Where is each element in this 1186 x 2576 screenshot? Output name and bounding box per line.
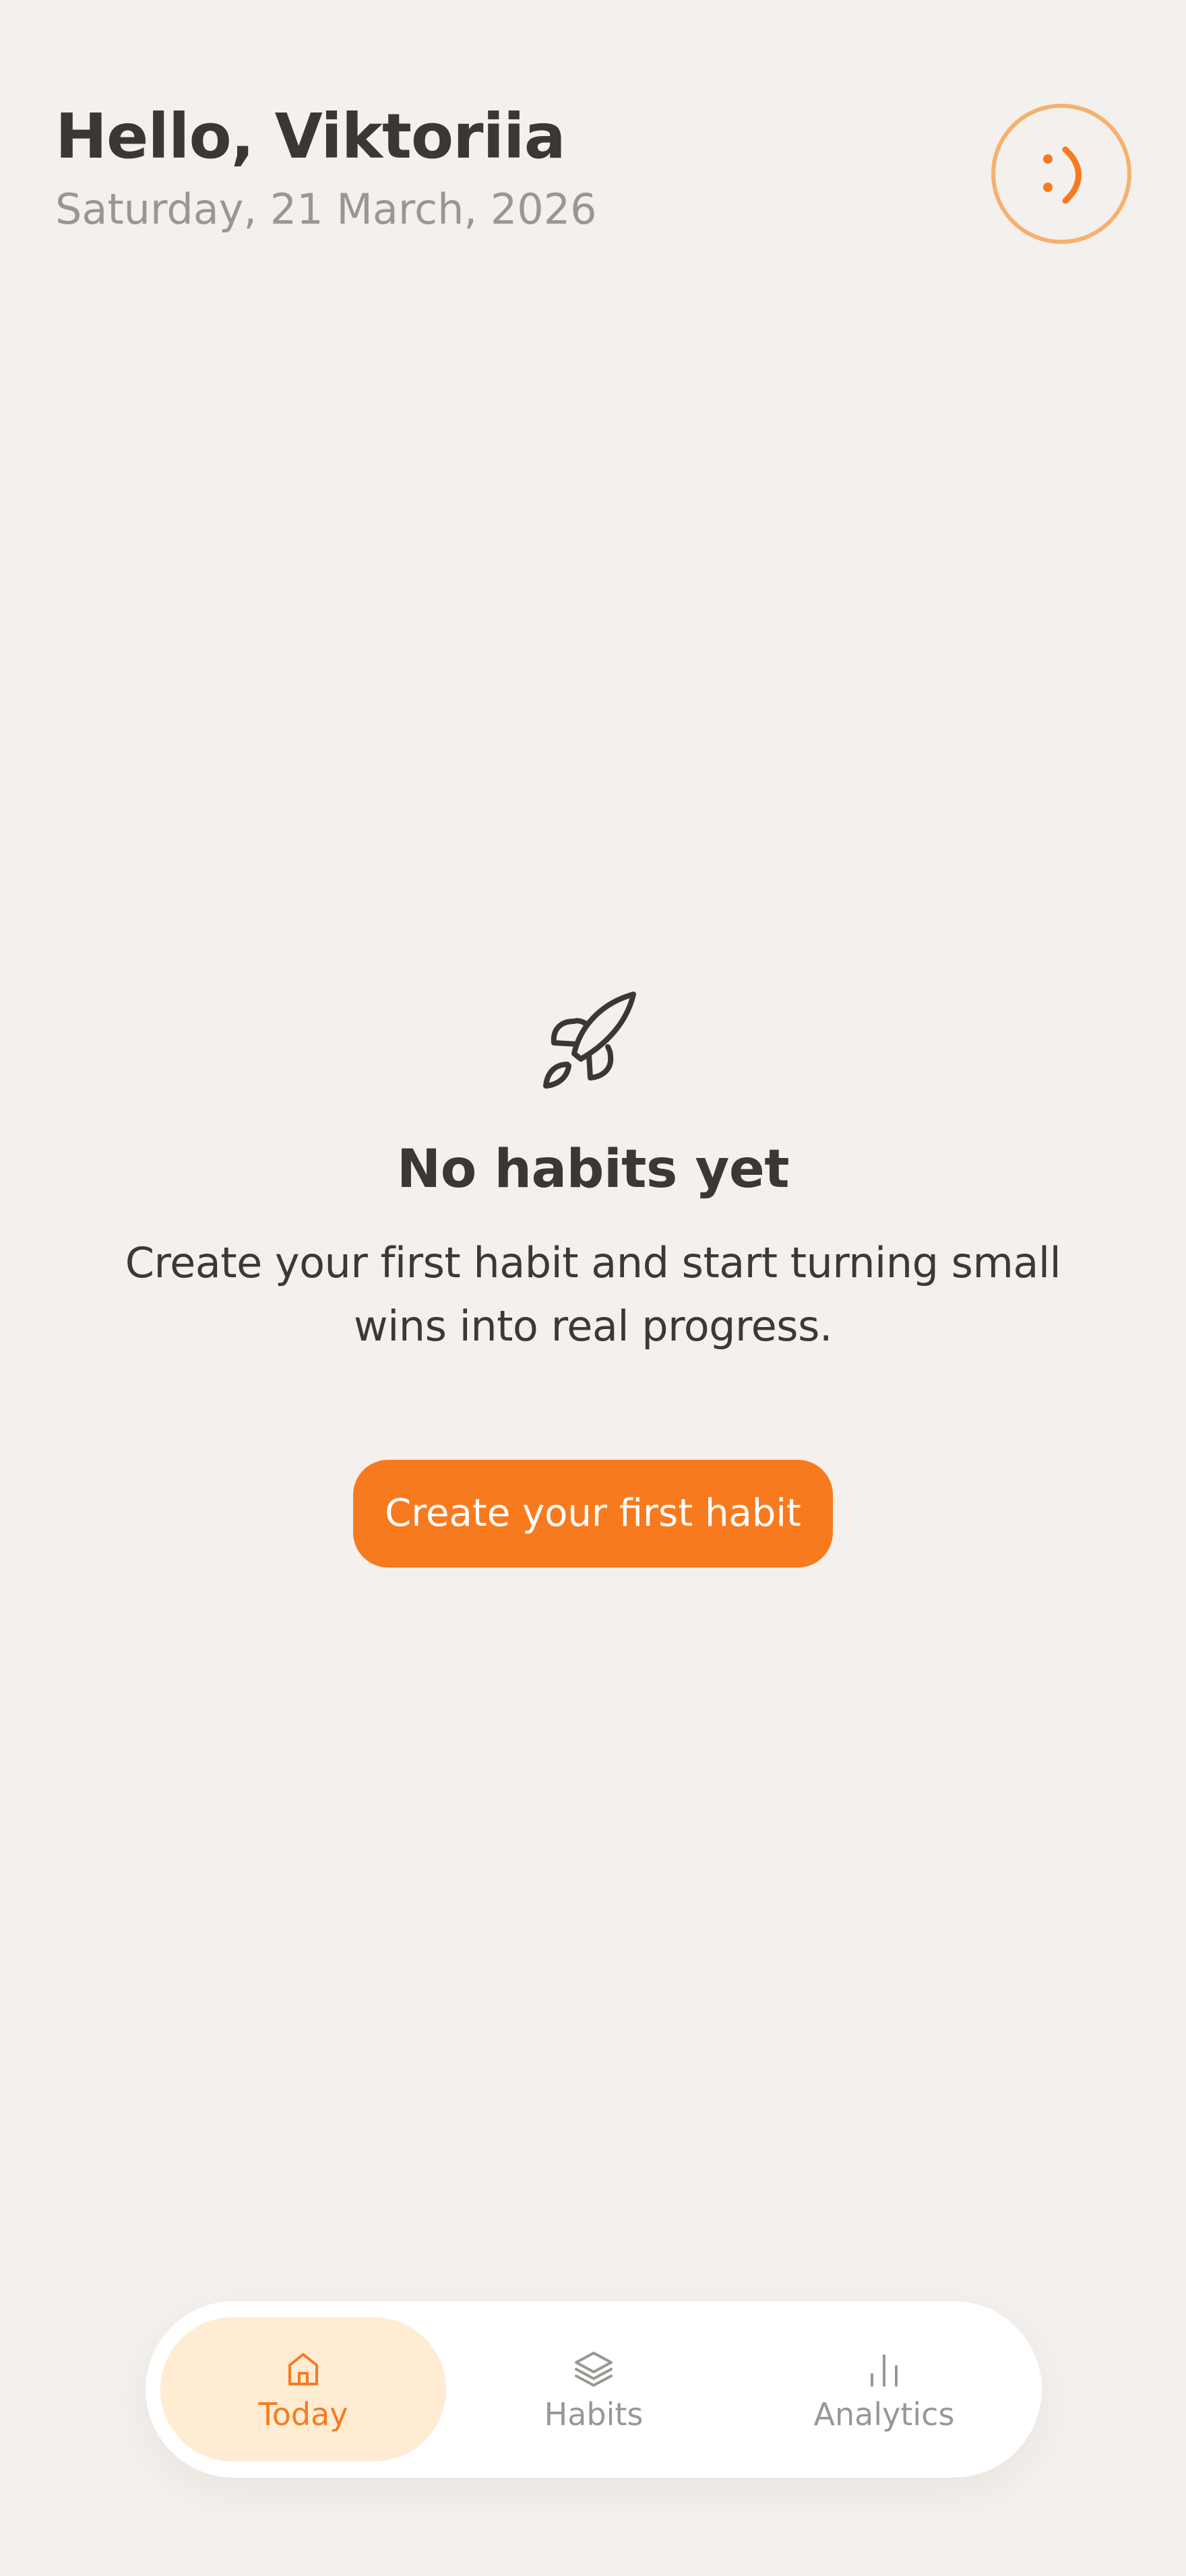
header: Hello, Viktoriia Saturday, 21 March, 202… — [55, 102, 864, 232]
nav-item-today[interactable]: Today — [160, 2317, 446, 2461]
profile-button[interactable] — [991, 104, 1131, 244]
nav-item-habits[interactable]: Habits — [451, 2317, 737, 2461]
nav-label-habits: Habits — [544, 2395, 644, 2433]
create-first-habit-button[interactable]: Create your first habit — [353, 1460, 833, 1568]
current-date: Saturday, 21 March, 2026 — [55, 185, 597, 234]
layers-icon — [575, 2351, 613, 2387]
smiley-icon — [1043, 146, 1082, 204]
greeting: Hello, Viktoriia — [55, 100, 566, 172]
rocket-icon — [539, 986, 647, 1094]
empty-state-description: Create your first habit and start turnin… — [125, 1237, 1061, 1351]
empty-state-title: No habits yet — [396, 1139, 790, 1200]
bar-chart-icon — [871, 2354, 898, 2387]
bottom-navigation: Today Habits Analytics — [146, 2301, 1042, 2478]
nav-item-analytics[interactable]: Analytics — [741, 2317, 1027, 2461]
nav-label-analytics: Analytics — [813, 2395, 955, 2433]
empty-state: No habits yet Create your first habit an… — [0, 986, 1186, 1568]
nav-label-today: Today — [258, 2395, 348, 2433]
home-icon — [288, 2352, 318, 2385]
